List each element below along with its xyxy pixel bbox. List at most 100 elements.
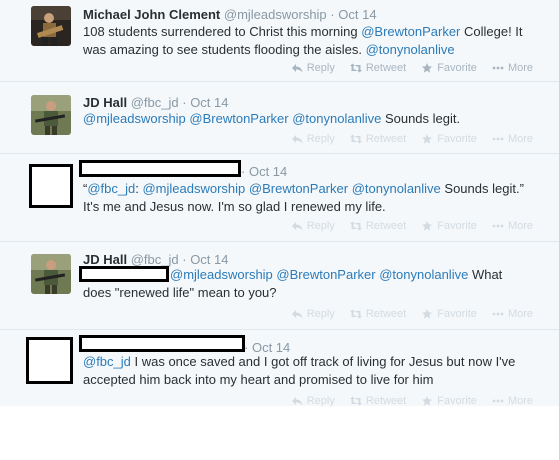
tweet-header: JD Hall @fbc_jd · Oct 14 bbox=[83, 95, 228, 111]
text-segment: 108 students surrendered to Christ this … bbox=[83, 24, 362, 39]
reply-button[interactable]: Reply bbox=[291, 133, 335, 145]
tweet[interactable]: Michael John Clement @mjleadsworship · O… bbox=[0, 0, 559, 82]
timestamp[interactable]: Oct 14 bbox=[190, 252, 228, 267]
retweet-button[interactable]: Retweet bbox=[349, 133, 407, 145]
retweet-button[interactable]: Retweet bbox=[349, 62, 406, 74]
tweet-text: does "renewed life" mean to you? bbox=[83, 284, 543, 302]
favorite-icon bbox=[421, 134, 433, 144]
tweet-actions: Reply Retweet Favorite More bbox=[291, 131, 533, 147]
username[interactable]: @fbc_jd bbox=[131, 95, 179, 110]
favorite-label: Favorite bbox=[437, 133, 477, 145]
tweet-text: 108 students surrendered to Christ this … bbox=[83, 23, 543, 59]
mention-link[interactable]: @tonynolanlive bbox=[379, 267, 468, 282]
tweet-actions: Reply Retweet Favorite More bbox=[291, 218, 533, 234]
favorite-button[interactable]: Favorite bbox=[421, 308, 477, 320]
redacted-name bbox=[79, 335, 245, 352]
mention-link[interactable]: @tonynolanlive bbox=[292, 111, 381, 126]
mention-link[interactable]: @BrewtonParker bbox=[249, 181, 348, 196]
fullname[interactable]: JD Hall bbox=[83, 252, 127, 267]
reply-icon bbox=[291, 63, 303, 73]
timestamp[interactable]: Oct 14 bbox=[190, 95, 228, 110]
timestamp[interactable]: Oct 14 bbox=[338, 7, 376, 22]
favorite-button[interactable]: Favorite bbox=[421, 220, 477, 232]
tweet[interactable]: · Oct 14 @fbc_jd I was once saved and I … bbox=[0, 330, 559, 409]
more-button[interactable]: More bbox=[492, 62, 533, 74]
retweet-label: Retweet bbox=[365, 308, 407, 320]
fullname[interactable]: Michael John Clement bbox=[83, 7, 220, 22]
more-button[interactable]: More bbox=[492, 308, 533, 320]
tweet-text: @mjleadsworship @BrewtonParker @tonynola… bbox=[170, 266, 550, 284]
mention-link[interactable]: @tonynolanlive bbox=[366, 42, 455, 57]
retweet-label: Retweet bbox=[365, 133, 407, 145]
tweet-header: Michael John Clement @mjleadsworship · O… bbox=[83, 7, 377, 23]
reply-icon bbox=[291, 309, 303, 319]
favorite-label: Favorite bbox=[437, 395, 477, 407]
favorite-icon bbox=[421, 221, 433, 231]
more-icon bbox=[492, 63, 504, 73]
separator: · bbox=[330, 7, 335, 22]
reply-button[interactable]: Reply bbox=[291, 62, 335, 74]
timeline: Michael John Clement @mjleadsworship · O… bbox=[0, 0, 559, 409]
timestamp[interactable]: Oct 14 bbox=[249, 164, 287, 179]
more-label: More bbox=[507, 395, 533, 407]
tweet[interactable]: JD Hall @fbc_jd · Oct 14 @mjleadsworship… bbox=[0, 82, 559, 154]
avatar[interactable] bbox=[31, 6, 71, 46]
mention-link[interactable]: @mjleadsworship bbox=[142, 181, 245, 196]
mention-link[interactable]: @tonynolanlive bbox=[352, 181, 441, 196]
tweet-actions: Reply Retweet Favorite More bbox=[291, 306, 533, 322]
avatar[interactable] bbox=[31, 254, 71, 294]
retweet-button[interactable]: Retweet bbox=[349, 395, 407, 407]
username[interactable]: @fbc_jd bbox=[131, 252, 179, 267]
tweet[interactable]: JD Hall @fbc_jd · Oct 14 @mjleadsworship… bbox=[0, 242, 559, 330]
reply-icon bbox=[291, 221, 303, 231]
mention-link[interactable]: @BrewtonParker bbox=[361, 24, 460, 39]
mention-link[interactable]: @fbc_jd bbox=[87, 181, 135, 196]
separator: · bbox=[241, 164, 246, 179]
mention-link[interactable]: @mjleadsworship bbox=[170, 267, 273, 282]
favorite-button[interactable]: Favorite bbox=[421, 133, 477, 145]
text-segment: was amazing to see students flooding the… bbox=[83, 42, 366, 57]
fullname[interactable]: JD Hall bbox=[83, 95, 127, 110]
retweet-button[interactable]: Retweet bbox=[349, 220, 406, 232]
retweet-label: Retweet bbox=[365, 395, 407, 407]
favorite-button[interactable]: Favorite bbox=[421, 62, 477, 74]
reply-button[interactable]: Reply bbox=[291, 220, 335, 232]
reply-label: Reply bbox=[306, 395, 335, 407]
tweet-text: @mjleadsworship @BrewtonParker @tonynola… bbox=[83, 110, 543, 128]
favorite-icon bbox=[421, 63, 433, 73]
retweet-icon bbox=[349, 221, 362, 231]
more-label: More bbox=[507, 220, 533, 232]
tweet[interactable]: · Oct 14 “@fbc_jd: @mjleadsworship @Brew… bbox=[0, 154, 559, 242]
separator: · bbox=[182, 252, 187, 267]
tweet-text-line: accepted him back into my heart and prom… bbox=[83, 372, 434, 387]
mention-link[interactable]: @fbc_jd bbox=[83, 354, 131, 369]
text-segment: Sounds legit. bbox=[381, 111, 461, 126]
tweet-text: “@fbc_jd: @mjleadsworship @BrewtonParker… bbox=[83, 180, 543, 216]
avatar-redacted[interactable] bbox=[29, 164, 73, 208]
more-button[interactable]: More bbox=[492, 220, 533, 232]
favorite-button[interactable]: Favorite bbox=[421, 395, 477, 407]
retweet-button[interactable]: Retweet bbox=[349, 308, 407, 320]
more-icon bbox=[492, 134, 504, 144]
more-button[interactable]: More bbox=[492, 395, 533, 407]
more-button[interactable]: More bbox=[492, 133, 533, 145]
reply-button[interactable]: Reply bbox=[291, 395, 335, 407]
separator: · bbox=[182, 95, 187, 110]
redacted-mention bbox=[79, 266, 169, 282]
mention-link[interactable]: @BrewtonParker bbox=[189, 111, 288, 126]
mention-link[interactable]: @BrewtonParker bbox=[276, 267, 375, 282]
tweet-actions: Reply Retweet Favorite More bbox=[291, 393, 533, 409]
tweet-text-line: “@fbc_jd: @mjleadsworship @BrewtonParker… bbox=[83, 180, 543, 198]
reply-icon bbox=[291, 134, 303, 144]
more-icon bbox=[492, 396, 504, 406]
avatar-redacted[interactable] bbox=[26, 337, 73, 384]
username[interactable]: @mjleadsworship bbox=[224, 7, 327, 22]
tweet-actions: Reply Retweet Favorite More bbox=[291, 60, 533, 76]
tweet-text-line: was amazing to see students flooding the… bbox=[83, 41, 543, 59]
favorite-icon bbox=[421, 309, 433, 319]
mention-link[interactable]: @mjleadsworship bbox=[83, 111, 186, 126]
avatar[interactable] bbox=[31, 95, 71, 135]
retweet-icon bbox=[349, 134, 362, 144]
more-label: More bbox=[507, 133, 533, 145]
reply-button[interactable]: Reply bbox=[291, 308, 335, 320]
